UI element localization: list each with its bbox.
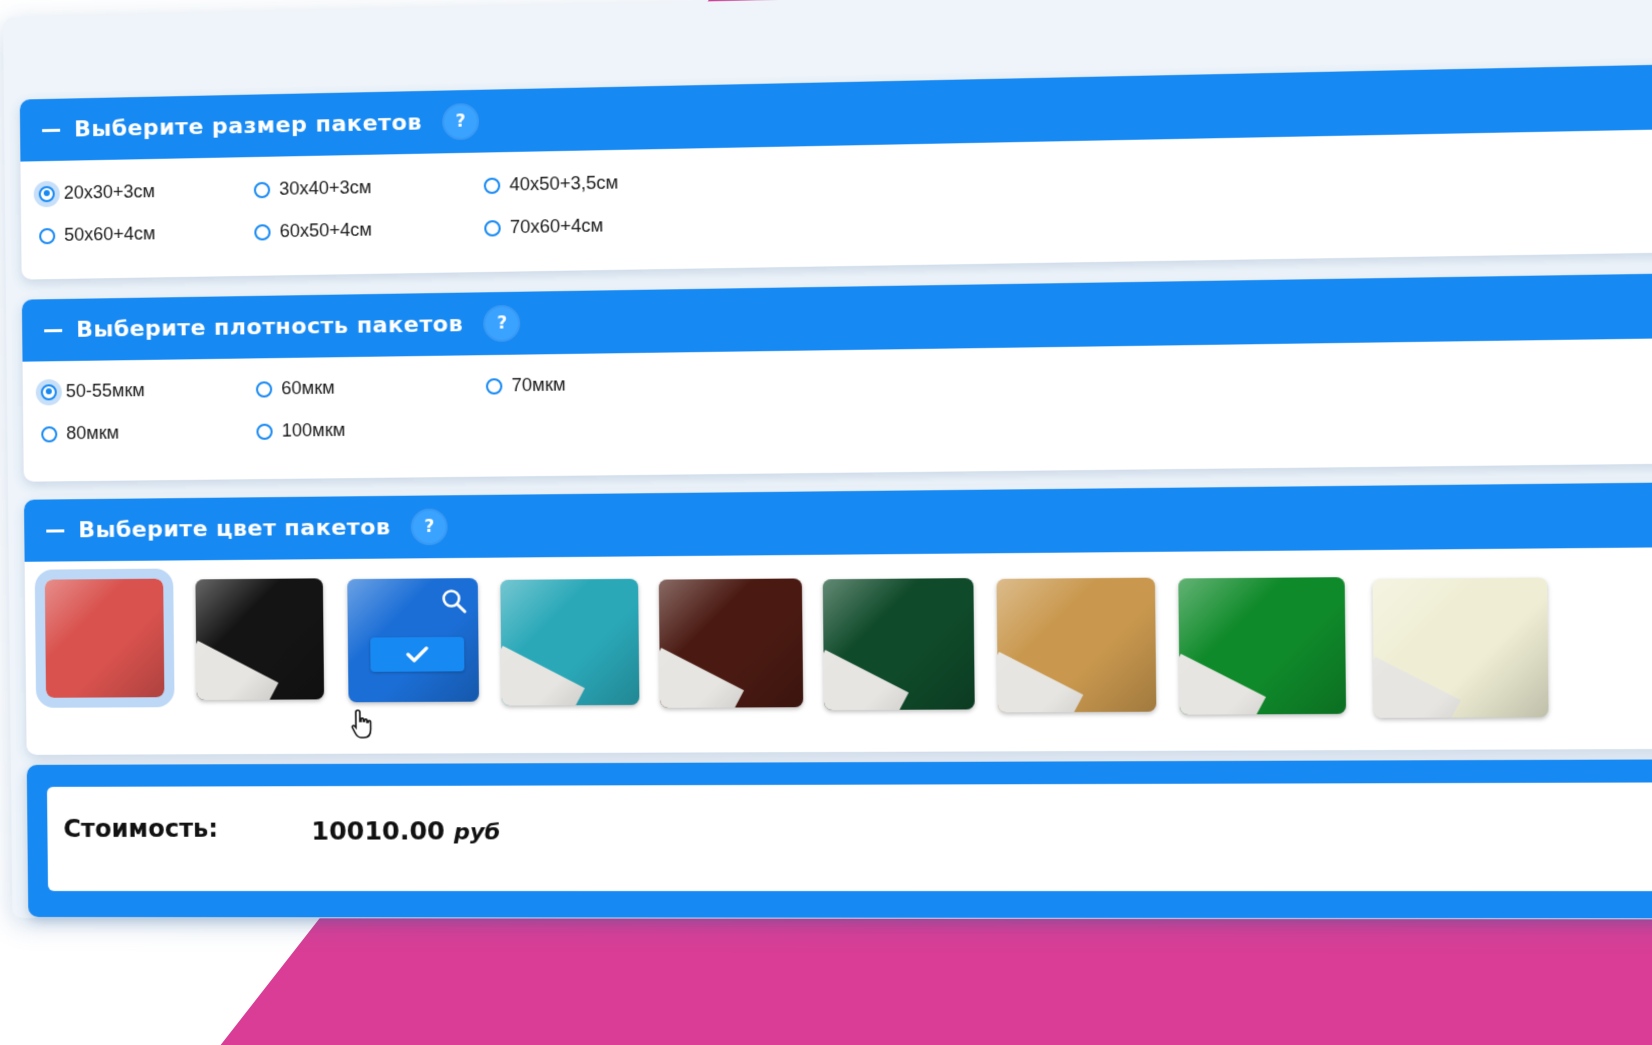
color-panel-title: Выберите цвет пакетов <box>78 514 391 543</box>
color-swatch[interactable] <box>1178 577 1347 716</box>
size-option-label: 20x30+3см <box>63 181 156 203</box>
size-option[interactable]: 50x60+4см <box>39 223 156 246</box>
swatch-sheen <box>996 577 1157 713</box>
size-option[interactable]: 20x30+3см <box>38 181 156 204</box>
size-option[interactable]: 60x50+4см <box>254 219 372 242</box>
color-swatch[interactable] <box>658 578 804 708</box>
density-panel: Выберите плотность пакетов ? 50-55мкм 60… <box>21 273 1652 482</box>
density-option-label: 70мкм <box>511 374 566 396</box>
swatch-sheen <box>1372 577 1549 718</box>
radio-icon[interactable] <box>484 219 501 237</box>
total-amount: 10010.00 <box>311 816 446 846</box>
size-option-label: 70x60+4см <box>509 215 604 238</box>
density-option[interactable]: 80мкм <box>41 423 119 445</box>
radio-icon[interactable] <box>39 227 56 244</box>
color-swatches <box>34 566 1652 730</box>
select-color-button[interactable] <box>370 637 465 673</box>
collapse-icon[interactable] <box>46 528 65 533</box>
collapse-icon[interactable] <box>44 328 63 332</box>
radio-icon[interactable] <box>41 425 58 443</box>
size-option[interactable]: 40x50+3,5см <box>483 172 619 196</box>
total-value: 10010.00 руб <box>311 816 500 846</box>
total-box: Стоимость: 10010.00 руб <box>46 782 1652 892</box>
density-option[interactable]: 50-55мкм <box>40 380 145 402</box>
size-panel: Выберите размер пакетов ? 20x30+3см 30x4… <box>19 64 1652 280</box>
color-swatch[interactable] <box>500 578 640 706</box>
size-option[interactable]: 30x40+3см <box>253 176 372 200</box>
total-label: Стоимость: <box>63 814 219 843</box>
swatch-sheen <box>195 578 325 701</box>
radio-icon[interactable] <box>485 377 503 395</box>
radio-icon[interactable] <box>256 423 273 440</box>
color-swatch[interactable] <box>195 578 325 701</box>
radio-icon[interactable] <box>254 223 271 241</box>
help-icon[interactable]: ? <box>412 510 446 544</box>
density-option-label: 80мкм <box>66 422 120 444</box>
radio-icon[interactable] <box>255 380 273 398</box>
check-icon <box>406 647 429 663</box>
density-option[interactable]: 60мкм <box>255 377 335 399</box>
color-swatch[interactable] <box>347 578 480 703</box>
hand-cursor-icon <box>350 708 377 740</box>
total-unit: руб <box>453 820 501 846</box>
radio-icon[interactable] <box>253 181 271 198</box>
density-option-label: 100мкм <box>281 419 346 441</box>
swatch-sheen <box>658 578 804 708</box>
density-panel-title: Выберите плотность пакетов <box>76 311 464 343</box>
radio-icon[interactable] <box>38 185 55 202</box>
size-option-label: 40x50+3,5см <box>509 172 619 195</box>
color-swatch[interactable] <box>822 578 975 711</box>
total-panel: Стоимость: 10010.00 руб <box>26 759 1652 919</box>
swatch-sheen <box>500 578 640 706</box>
help-icon[interactable]: ? <box>485 306 519 340</box>
size-panel-title: Выберите размер пакетов <box>73 109 422 142</box>
size-option-label: 60x50+4см <box>279 219 373 242</box>
zoom-icon[interactable] <box>441 589 468 616</box>
radio-icon[interactable] <box>483 177 501 194</box>
calculator-scene: Выберите размер пакетов ? 20x30+3см 30x4… <box>0 0 1652 1002</box>
color-swatch[interactable] <box>1372 577 1549 718</box>
size-option-label: 30x40+3см <box>279 176 372 199</box>
density-option-label: 60мкм <box>281 377 335 399</box>
density-option[interactable]: 70мкм <box>485 374 566 396</box>
density-option[interactable]: 100мкм <box>256 420 345 442</box>
collapse-icon[interactable] <box>42 128 61 132</box>
color-swatch[interactable] <box>34 568 175 708</box>
help-icon[interactable]: ? <box>444 105 478 139</box>
color-swatch[interactable] <box>996 577 1157 713</box>
size-option-label: 50x60+4см <box>64 223 156 245</box>
radio-icon[interactable] <box>40 383 57 400</box>
swatch-sheen <box>44 578 165 698</box>
swatch-sheen <box>822 578 975 711</box>
swatch-sheen <box>1178 577 1347 716</box>
density-option-label: 50-55мкм <box>65 380 145 402</box>
size-option[interactable]: 70x60+4см <box>484 215 603 238</box>
color-panel: Выберите цвет пакетов ? <box>23 482 1652 755</box>
